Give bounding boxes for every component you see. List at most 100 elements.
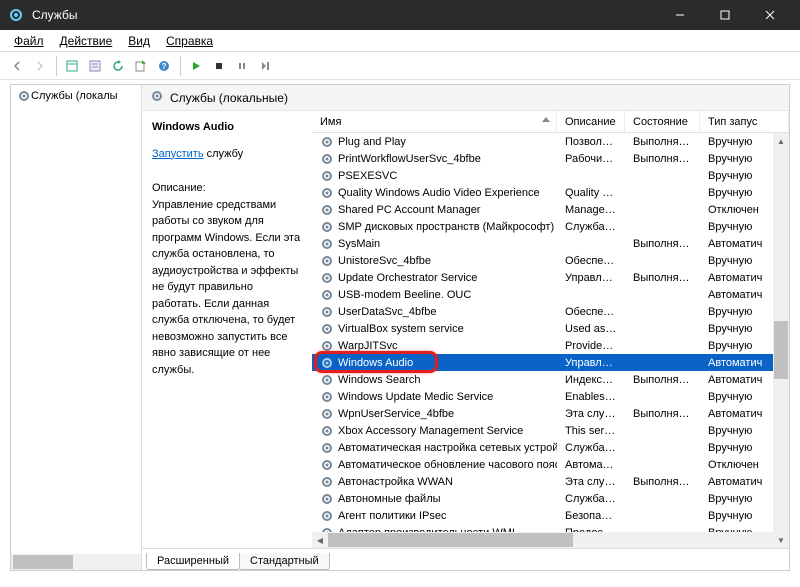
gear-icon [320,237,334,251]
column-description[interactable]: Описание [557,111,625,132]
menu-action[interactable]: Действие [52,32,121,50]
menu-file[interactable]: Файл [6,32,52,50]
service-row[interactable]: Update Orchestrator ServiceУправляет...В… [312,269,789,286]
service-desc: Обеспечи... [557,255,625,267]
service-desc: This servic... [557,425,625,437]
forward-button[interactable] [29,55,51,77]
service-row[interactable]: USB-modem Beeline. OUCАвтоматич [312,286,789,303]
gear-icon [320,203,334,217]
close-button[interactable] [747,0,792,30]
svg-text:?: ? [162,62,167,71]
service-row[interactable]: Автоматическое обновление часового пояса… [312,456,789,473]
detail-desc-label: Описание: [152,180,302,197]
menu-view[interactable]: Вид [120,32,158,50]
service-desc: Used as a ... [557,323,625,335]
toolbar: ? [0,52,800,80]
service-name: Xbox Accessory Management Service [338,425,523,437]
column-startup[interactable]: Тип запус [700,111,789,132]
service-name: UnistoreSvc_4bfbe [338,255,431,267]
start-service-button[interactable] [185,55,207,77]
gear-icon [320,509,334,523]
service-name: WpnUserService_4bfbe [338,408,454,420]
service-row[interactable]: Shared PC Account ManagerManages p...Отк… [312,201,789,218]
service-row[interactable]: Windows SearchИндексиро...ВыполняетсяАвт… [312,371,789,388]
list-hscrollbar[interactable]: ◀ ▶ [312,532,789,548]
toolbar-help-button[interactable]: ? [153,55,175,77]
service-name: Quality Windows Audio Video Experience [338,187,540,199]
service-name: Update Orchestrator Service [338,272,477,284]
service-row[interactable]: Адаптер производительности WMIПредостав.… [312,524,789,532]
service-name: WarpJITSvc [338,340,398,352]
service-name: PSEXESVC [338,170,397,182]
service-row[interactable]: SMP дисковых пространств (Майкрософт)Слу… [312,218,789,235]
service-row[interactable]: VirtualBox system serviceUsed as a ...Вр… [312,320,789,337]
service-row[interactable]: Windows Update Medic ServiceEnables re..… [312,388,789,405]
restart-service-button[interactable] [254,55,276,77]
service-name: Windows Audio [338,357,413,369]
tree-root[interactable]: Службы (локалы [11,85,141,107]
service-row[interactable]: Автоматическая настройка сетевых устройс… [312,439,789,456]
service-row[interactable]: SysMainВыполняетсяАвтоматич [312,235,789,252]
main-panel: Службы (локалы Службы (локальные) Window… [10,84,790,571]
back-button[interactable] [6,55,28,77]
service-row[interactable]: Агент политики IPsecБезопасно...Вручную [312,507,789,524]
service-row[interactable]: Автонастройка WWANЭта служб...Выполняетс… [312,473,789,490]
service-name: UserDataSvc_4bfbe [338,306,436,318]
service-row[interactable]: Автономные файлыСлужба ав...Вручную [312,490,789,507]
gear-icon [320,271,334,285]
gear-icon [320,305,334,319]
window-title: Службы [32,8,657,22]
service-row[interactable]: UserDataSvc_4bfbeОбеспечи...Вручную [312,303,789,320]
service-desc: Служба ав... [557,442,625,454]
column-name[interactable]: Имя [312,111,557,132]
service-name: Автонастройка WWAN [338,476,453,488]
gear-icon [320,441,334,455]
list-vscrollbar[interactable]: ▲ ▼ [773,133,789,548]
service-name: SMP дисковых пространств (Майкрософт) [338,221,554,233]
service-row[interactable]: WarpJITSvcProvides a ...Вручную [312,337,789,354]
toolbar-refresh-button[interactable] [107,55,129,77]
service-name: Windows Search [338,374,421,386]
minimize-button[interactable] [657,0,702,30]
service-name: Shared PC Account Manager [338,204,480,216]
gear-icon [320,322,334,336]
gear-icon [320,475,334,489]
service-desc: Позволяет... [557,136,625,148]
column-state[interactable]: Состояние [625,111,700,132]
gear-icon [320,339,334,353]
detail-service-title: Windows Audio [152,119,302,136]
maximize-button[interactable] [702,0,747,30]
service-row[interactable]: Xbox Accessory Management Service This se… [312,422,789,439]
toolbar-view-button[interactable] [61,55,83,77]
service-name: PrintWorkflowUserSvc_4bfbe [338,153,481,165]
service-name: Windows Update Medic Service [338,391,493,403]
service-row[interactable]: Windows AudioУправлен...Автоматич [312,354,789,371]
service-desc: Рабочий п... [557,153,625,165]
service-row[interactable]: PrintWorkflowUserSvc_4bfbeРабочий п...Вы… [312,150,789,167]
tree-hscrollbar[interactable] [11,554,141,570]
service-row[interactable]: PSEXESVCВручную [312,167,789,184]
tree-pane: Службы (локалы [11,85,142,570]
gear-icon [320,186,334,200]
menu-help[interactable]: Справка [158,32,221,50]
gear-icon [320,424,334,438]
start-service-link[interactable]: Запустить [152,148,204,160]
service-row[interactable]: Plug and PlayПозволяет...ВыполняетсяВруч… [312,133,789,150]
toolbar-properties-button[interactable] [84,55,106,77]
tab-standard[interactable]: Стандартный [239,553,330,570]
gear-icon [320,220,334,234]
gear-icon [320,373,334,387]
service-row[interactable]: UnistoreSvc_4bfbeОбеспечи...Вручную [312,252,789,269]
service-state: Выполняется [625,476,700,488]
pause-service-button[interactable] [231,55,253,77]
stop-service-button[interactable] [208,55,230,77]
service-row[interactable]: Quality Windows Audio Video ExperienceQu… [312,184,789,201]
detail-description: Управление средствами работы со звуком д… [152,197,302,379]
gear-icon [320,390,334,404]
service-state: Выполняется [625,408,700,420]
service-row[interactable]: WpnUserService_4bfbeЭта служб...Выполняе… [312,405,789,422]
list-rows: Plug and PlayПозволяет...ВыполняетсяВруч… [312,133,789,532]
toolbar-export-button[interactable] [130,55,152,77]
service-state: Выполняется [625,374,700,386]
tab-extended[interactable]: Расширенный [146,553,240,570]
